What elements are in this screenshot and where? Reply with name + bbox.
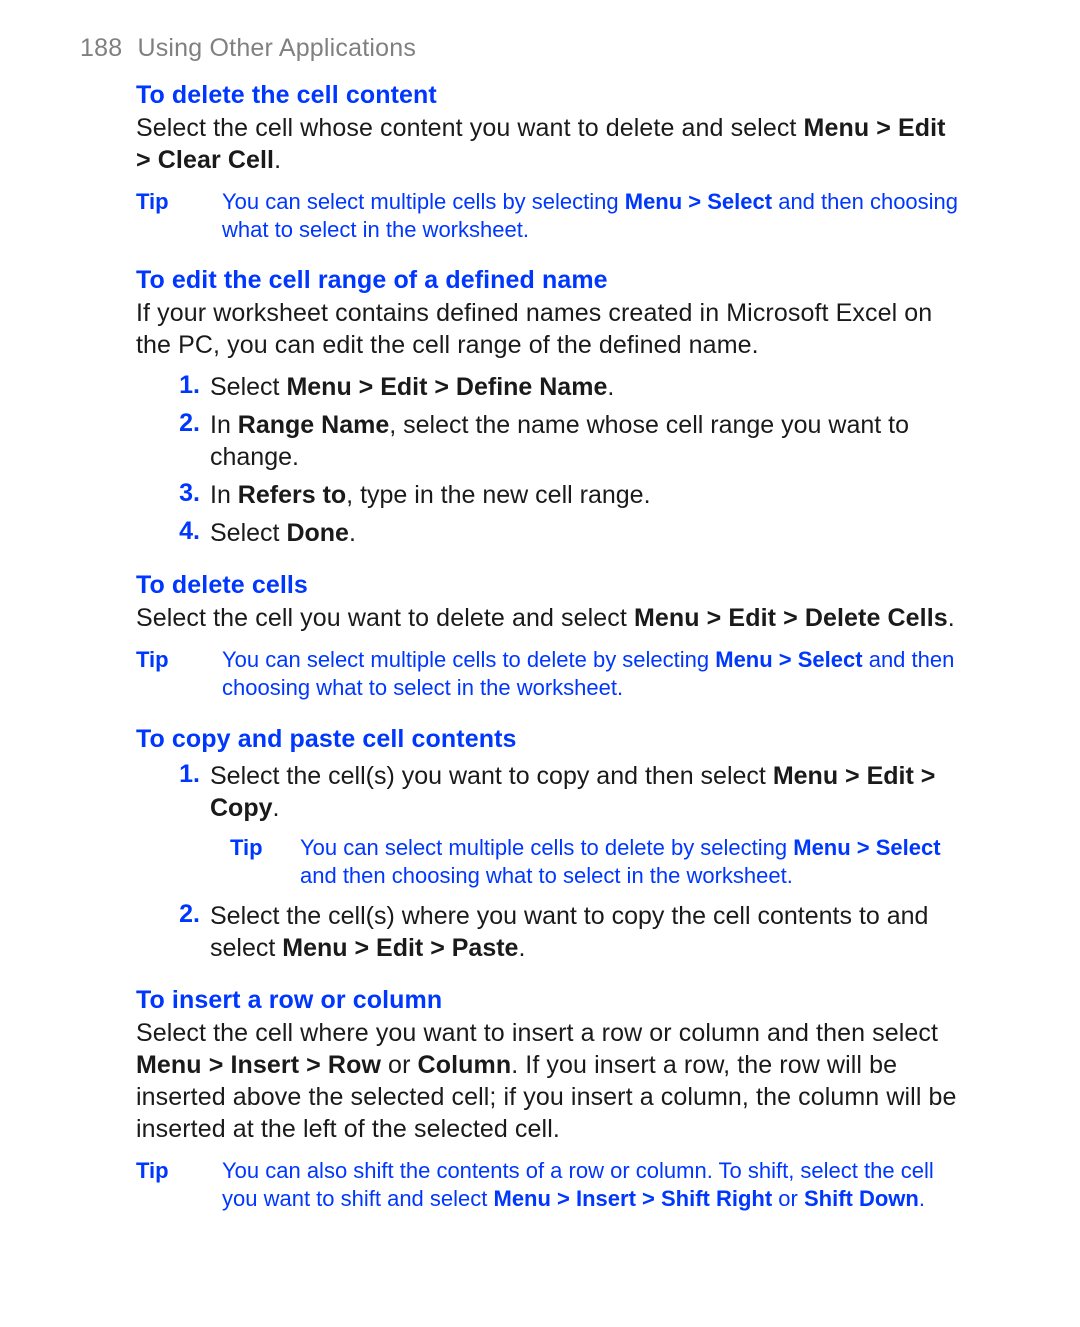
heading-edit-cell-range: To edit the cell range of a defined name	[136, 266, 960, 295]
tip-insert-row-column: Tip You can also shift the contents of a…	[136, 1157, 960, 1213]
tip-label: Tip	[136, 646, 222, 674]
page-content: To delete the cell content Select the ce…	[136, 81, 960, 1213]
step-number: 1.	[166, 760, 200, 789]
tip-text: You can select multiple cells to delete …	[222, 646, 960, 702]
tip-text: You can select multiple cells by selecti…	[222, 188, 960, 244]
step-number: 4.	[166, 517, 200, 546]
document-page: 188 Using Other Applications To delete t…	[0, 0, 1080, 1327]
step-text: Select Done.	[210, 517, 356, 549]
nested-tip: TipYou can select multiple cells to dele…	[230, 834, 960, 890]
list-item: 1. Select Menu > Edit > Define Name.	[166, 371, 960, 403]
step-number: 2.	[166, 409, 200, 438]
tip-text: You can also shift the contents of a row…	[222, 1157, 960, 1213]
page-number: 188	[80, 34, 122, 62]
para-insert-row-column: Select the cell where you want to insert…	[136, 1017, 960, 1145]
heading-delete-cell-content: To delete the cell content	[136, 81, 960, 110]
heading-delete-cells: To delete cells	[136, 571, 960, 600]
step-text: In Refers to, type in the new cell range…	[210, 479, 651, 511]
list-item: 2. Select the cell(s) where you want to c…	[166, 900, 960, 964]
para-delete-cell-content: Select the cell whose content you want t…	[136, 112, 960, 176]
para-edit-cell-range: If your worksheet contains defined names…	[136, 297, 960, 361]
step-number: 2.	[166, 900, 200, 929]
tip-text: You can select multiple cells to delete …	[300, 834, 960, 890]
step-number: 1.	[166, 371, 200, 400]
heading-copy-paste: To copy and paste cell contents	[136, 725, 960, 754]
list-item: 3. In Refers to, type in the new cell ran…	[166, 479, 960, 511]
tip-label: Tip	[136, 188, 222, 216]
tip-label: Tip	[136, 1157, 222, 1185]
step-number: 3.	[166, 479, 200, 508]
tip-delete-cell-content: Tip You can select multiple cells by sel…	[136, 188, 960, 244]
heading-insert-row-column: To insert a row or column	[136, 986, 960, 1015]
list-item: 4. Select Done.	[166, 517, 960, 549]
step-text: Select Menu > Edit > Define Name.	[210, 371, 614, 403]
tip-label: Tip	[230, 834, 300, 862]
list-item: 2. In Range Name, select the name whose c…	[166, 409, 960, 473]
step-text: Select the cell(s) you want to copy and …	[210, 760, 960, 824]
section-name: Using Other Applications	[137, 34, 416, 62]
step-text: Select the cell(s) where you want to cop…	[210, 900, 960, 964]
steps-copy-paste: 1. Select the cell(s) you want to copy an…	[166, 760, 960, 964]
tip-delete-cells: Tip You can select multiple cells to del…	[136, 646, 960, 702]
step-text: In Range Name, select the name whose cel…	[210, 409, 960, 473]
steps-edit-cell-range: 1. Select Menu > Edit > Define Name. 2. In …	[166, 371, 960, 549]
para-delete-cells: Select the cell you want to delete and s…	[136, 602, 960, 634]
running-header: 188 Using Other Applications	[80, 34, 1000, 63]
list-item: 1. Select the cell(s) you want to copy an…	[166, 760, 960, 824]
